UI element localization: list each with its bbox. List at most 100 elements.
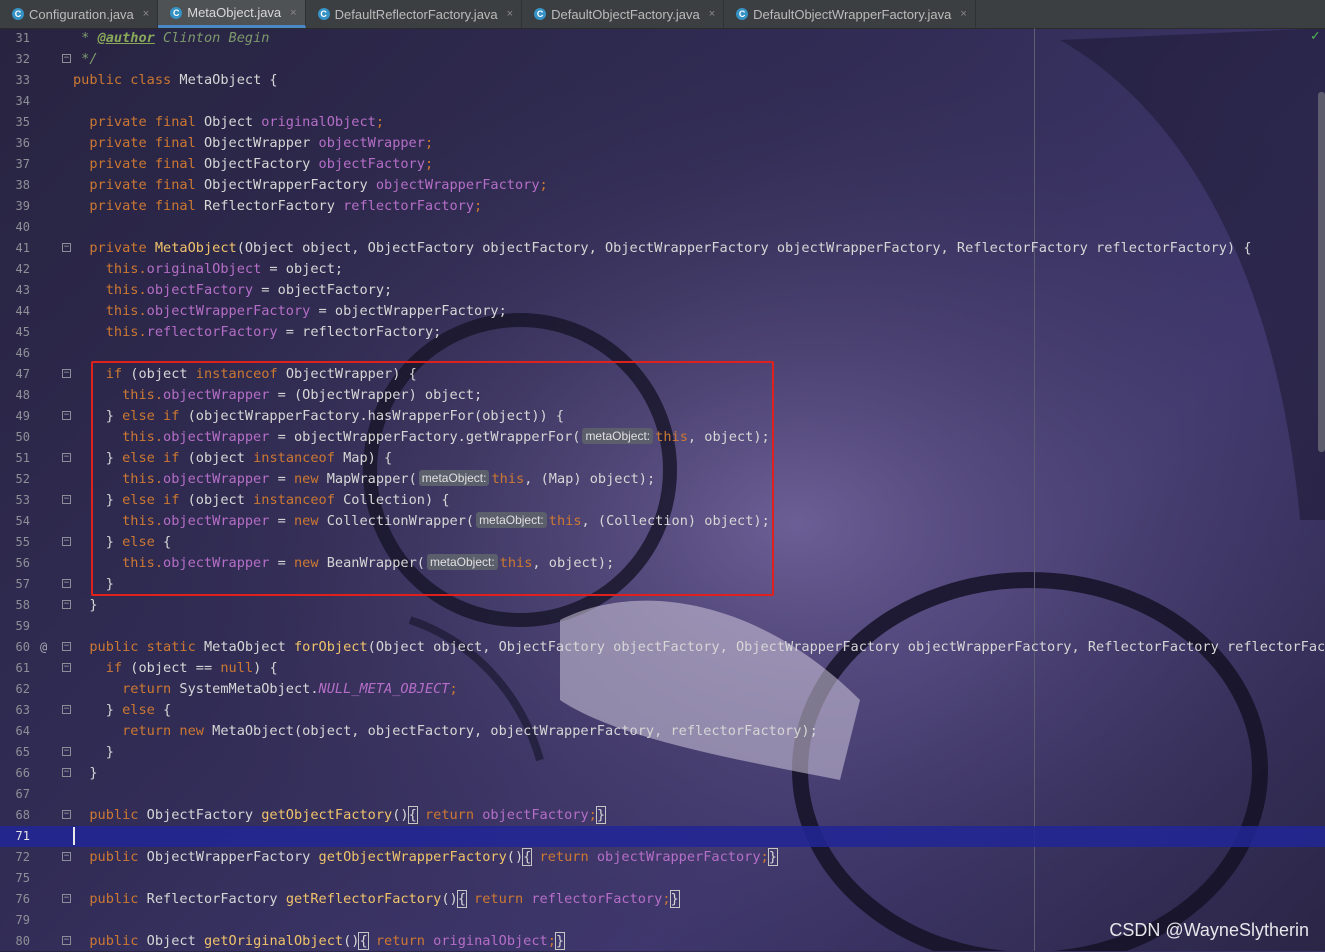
tab-configuration[interactable]: C Configuration.java × bbox=[0, 0, 159, 28]
code-line[interactable]: 72 − public ObjectWrapperFactory getObjec… bbox=[0, 847, 1325, 868]
line-number[interactable]: 80 bbox=[0, 931, 30, 952]
fold-toggle-icon[interactable]: − bbox=[62, 600, 71, 609]
line-number[interactable]: 60 bbox=[0, 637, 30, 658]
fold-toggle-icon[interactable]: − bbox=[62, 894, 71, 903]
fold-toggle-icon[interactable]: − bbox=[62, 705, 71, 714]
line-number[interactable]: 72 bbox=[0, 847, 30, 868]
line-number[interactable]: 31 bbox=[0, 28, 30, 49]
line-number[interactable]: 52 bbox=[0, 469, 30, 490]
fold-toggle-icon[interactable]: − bbox=[62, 810, 71, 819]
line-number[interactable]: 38 bbox=[0, 175, 30, 196]
fold-toggle-icon[interactable]: − bbox=[62, 852, 71, 861]
line-number[interactable]: 41 bbox=[0, 238, 30, 259]
code-line[interactable]: 36 private final ObjectWrapper objectWra… bbox=[0, 133, 1325, 154]
line-number[interactable]: 53 bbox=[0, 490, 30, 511]
code-line[interactable]: 45 this.reflectorFactory = reflectorFact… bbox=[0, 322, 1325, 343]
line-number[interactable]: 43 bbox=[0, 280, 30, 301]
code-line[interactable]: 33 public class MetaObject { bbox=[0, 70, 1325, 91]
line-number[interactable]: 33 bbox=[0, 70, 30, 91]
line-number[interactable]: 65 bbox=[0, 742, 30, 763]
line-number[interactable]: 40 bbox=[0, 217, 30, 238]
override-marker-icon[interactable]: @ bbox=[40, 637, 47, 658]
line-number[interactable]: 63 bbox=[0, 700, 30, 721]
fold-toggle-icon[interactable]: − bbox=[62, 537, 71, 546]
tab-defaultobjectfactory[interactable]: C DefaultObjectFactory.java × bbox=[522, 0, 725, 28]
line-number[interactable]: 37 bbox=[0, 154, 30, 175]
code-line[interactable]: 76 − public ReflectorFactory getReflector… bbox=[0, 889, 1325, 910]
code-line[interactable]: 66 − } bbox=[0, 763, 1325, 784]
fold-toggle-icon[interactable]: − bbox=[62, 411, 71, 420]
fold-toggle-icon[interactable]: − bbox=[62, 663, 71, 672]
close-tab-icon[interactable]: × bbox=[290, 7, 296, 19]
line-number[interactable]: 44 bbox=[0, 301, 30, 322]
line-number[interactable]: 79 bbox=[0, 910, 30, 931]
line-number[interactable]: 56 bbox=[0, 553, 30, 574]
line-number[interactable]: 46 bbox=[0, 343, 30, 364]
line-number[interactable]: 51 bbox=[0, 448, 30, 469]
code-line[interactable]: 43 this.objectFactory = objectFactory; bbox=[0, 280, 1325, 301]
code-line[interactable]: 38 private final ObjectWrapperFactory ob… bbox=[0, 175, 1325, 196]
code-line[interactable]: 35 private final Object originalObject; bbox=[0, 112, 1325, 133]
code-line[interactable]: 44 this.objectWrapperFactory = objectWra… bbox=[0, 301, 1325, 322]
fold-toggle-icon[interactable]: − bbox=[62, 54, 71, 63]
code-line[interactable]: 63 − } else { bbox=[0, 700, 1325, 721]
fold-toggle-icon[interactable]: − bbox=[62, 495, 71, 504]
line-number[interactable]: 64 bbox=[0, 721, 30, 742]
code-line[interactable]: 68 − public ObjectFactory getObjectFactor… bbox=[0, 805, 1325, 826]
line-number[interactable]: 58 bbox=[0, 595, 30, 616]
close-tab-icon[interactable]: × bbox=[960, 8, 966, 20]
code-line[interactable]: 42 this.originalObject = object; bbox=[0, 259, 1325, 280]
fold-toggle-icon[interactable]: − bbox=[62, 747, 71, 756]
line-number[interactable]: 71 bbox=[0, 826, 30, 847]
code-line[interactable]: 40 bbox=[0, 217, 1325, 238]
line-number[interactable]: 55 bbox=[0, 532, 30, 553]
line-number[interactable]: 48 bbox=[0, 385, 30, 406]
fold-toggle-icon[interactable]: − bbox=[62, 579, 71, 588]
line-number[interactable]: 39 bbox=[0, 196, 30, 217]
line-number[interactable]: 47 bbox=[0, 364, 30, 385]
line-number[interactable]: 50 bbox=[0, 427, 30, 448]
code-line[interactable]: 71 bbox=[0, 826, 1325, 847]
tab-metaobject[interactable]: C MetaObject.java × bbox=[158, 0, 306, 28]
close-tab-icon[interactable]: × bbox=[143, 8, 149, 20]
line-number[interactable]: 49 bbox=[0, 406, 30, 427]
code-line[interactable]: 61 − if (object == null) { bbox=[0, 658, 1325, 679]
fold-toggle-icon[interactable]: − bbox=[62, 453, 71, 462]
code-line[interactable]: 67 bbox=[0, 784, 1325, 805]
line-number[interactable]: 66 bbox=[0, 763, 30, 784]
close-tab-icon[interactable]: × bbox=[507, 8, 513, 20]
line-number[interactable]: 61 bbox=[0, 658, 30, 679]
fold-toggle-icon[interactable]: − bbox=[62, 642, 71, 651]
code-line[interactable]: 32 − */ bbox=[0, 49, 1325, 70]
code-line[interactable]: 41 − private MetaObject(Object object, Ob… bbox=[0, 238, 1325, 259]
code-line[interactable]: 34 bbox=[0, 91, 1325, 112]
line-number[interactable]: 67 bbox=[0, 784, 30, 805]
code-line[interactable]: 31 * @author Clinton Begin bbox=[0, 28, 1325, 49]
tab-defaultreflectorfactory[interactable]: C DefaultReflectorFactory.java × bbox=[306, 0, 523, 28]
code-line[interactable]: 39 private final ReflectorFactory reflec… bbox=[0, 196, 1325, 217]
line-number[interactable]: 75 bbox=[0, 868, 30, 889]
line-number[interactable]: 57 bbox=[0, 574, 30, 595]
line-number[interactable]: 68 bbox=[0, 805, 30, 826]
code-line[interactable]: 60 @ − public static MetaObject forObject(… bbox=[0, 637, 1325, 658]
code-line[interactable]: 75 bbox=[0, 868, 1325, 889]
tab-defaultobjectwrapperfactory[interactable]: C DefaultObjectWrapperFactory.java × bbox=[724, 0, 976, 28]
line-number[interactable]: 42 bbox=[0, 259, 30, 280]
code-line[interactable]: 64 return new MetaObject(object, objectF… bbox=[0, 721, 1325, 742]
code-line[interactable]: 37 private final ObjectFactory objectFac… bbox=[0, 154, 1325, 175]
line-number[interactable]: 76 bbox=[0, 889, 30, 910]
fold-toggle-icon[interactable]: − bbox=[62, 369, 71, 378]
line-number[interactable]: 54 bbox=[0, 511, 30, 532]
code-line[interactable]: 62 return SystemMetaObject.NULL_META_OBJ… bbox=[0, 679, 1325, 700]
line-number[interactable]: 34 bbox=[0, 91, 30, 112]
code-line[interactable]: 65 − } bbox=[0, 742, 1325, 763]
code-line[interactable]: 59 bbox=[0, 616, 1325, 637]
fold-toggle-icon[interactable]: − bbox=[62, 768, 71, 777]
fold-toggle-icon[interactable]: − bbox=[62, 243, 71, 252]
line-number[interactable]: 62 bbox=[0, 679, 30, 700]
line-number[interactable]: 32 bbox=[0, 49, 30, 70]
line-number[interactable]: 35 bbox=[0, 112, 30, 133]
line-number[interactable]: 59 bbox=[0, 616, 30, 637]
fold-toggle-icon[interactable]: − bbox=[62, 936, 71, 945]
line-number[interactable]: 36 bbox=[0, 133, 30, 154]
